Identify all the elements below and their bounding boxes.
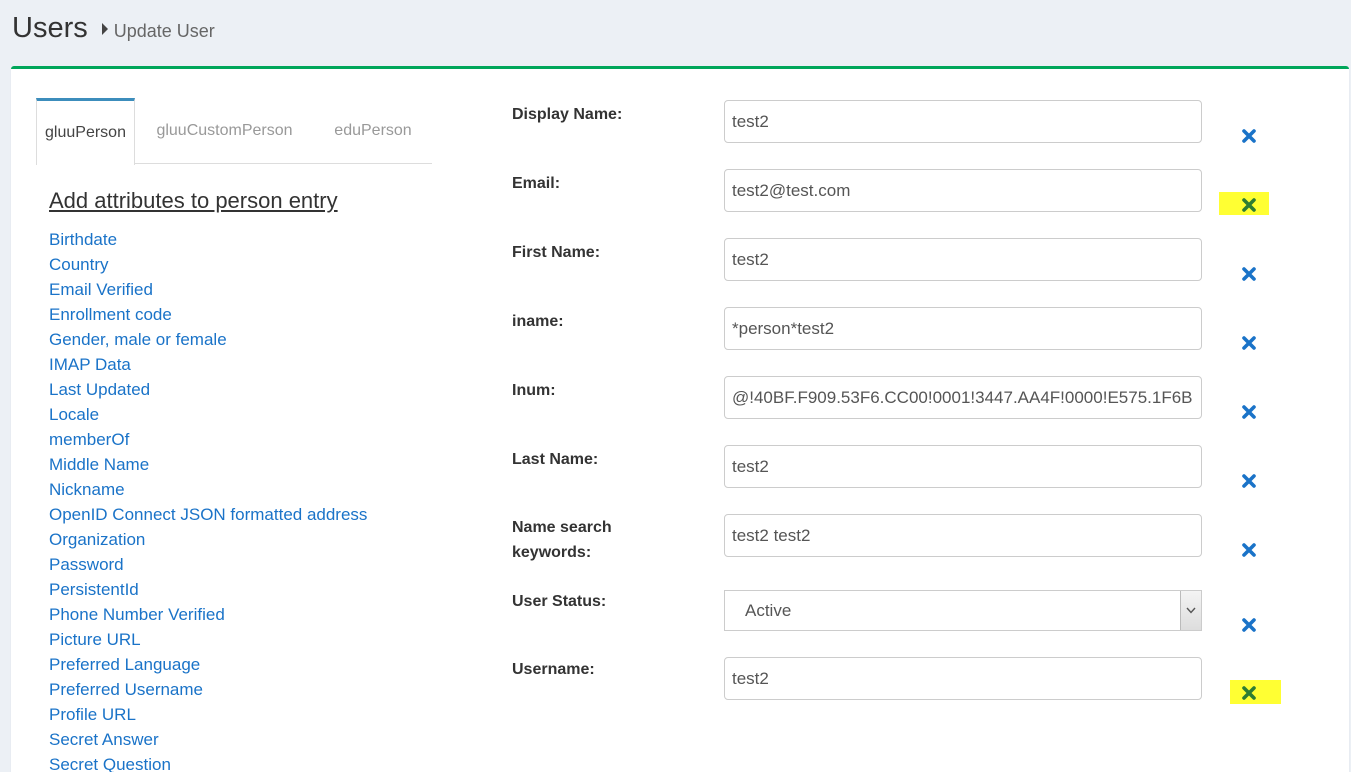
attributes-list: Birthdate Country Email Verified Enrollm… [49,227,367,772]
close-icon[interactable] [1239,683,1259,703]
breadcrumb: Update User [113,21,215,41]
attribute-link[interactable]: Country [49,252,367,277]
last-name-input[interactable] [724,445,1202,488]
attribute-link[interactable]: PersistentId [49,577,367,602]
inum-input[interactable] [724,376,1202,419]
user-status-select[interactable]: Active [724,590,1202,631]
close-icon[interactable] [1239,471,1259,491]
tab-gluucustomperson[interactable]: gluuCustomPerson [146,98,303,164]
username-input[interactable] [724,657,1202,700]
attribute-link[interactable]: Enrollment code [49,302,367,327]
close-icon[interactable] [1239,540,1259,560]
close-icon[interactable] [1239,126,1259,146]
first-name-label: First Name: [512,244,601,261]
user-status-value: Active [745,600,792,620]
attribute-link[interactable]: Email Verified [49,277,367,302]
iname-input[interactable] [724,307,1202,350]
inum-label: Inum: [512,382,556,399]
last-name-label: Last Name: [512,451,599,468]
attribute-link[interactable]: Secret Answer [49,727,367,752]
name-search-label: Name search keywords: [512,519,612,561]
page-header: Users Update User [12,12,215,45]
first-name-input[interactable] [724,238,1202,281]
attribute-link[interactable]: Birthdate [49,227,367,252]
attribute-link[interactable]: IMAP Data [49,352,367,377]
tab-eduperson[interactable]: eduPerson [323,98,423,164]
page-title: Users [12,12,88,44]
email-label: Email: [512,175,561,192]
user-status-label: User Status: [512,593,607,610]
attribute-link[interactable]: Last Updated [49,377,367,402]
iname-label: iname: [512,313,564,330]
attribute-link[interactable]: OpenID Connect JSON formatted address [49,502,367,527]
attribute-link[interactable]: Gender, male or female [49,327,367,352]
caret-right-icon [101,23,108,35]
attribute-link[interactable]: Organization [49,527,367,552]
attribute-link[interactable]: Password [49,552,367,577]
attribute-link[interactable]: Nickname [49,477,367,502]
chevron-down-icon[interactable] [1180,591,1201,630]
close-icon[interactable] [1239,264,1259,284]
attributes-heading: Add attributes to person entry [49,188,338,213]
attribute-link[interactable]: Preferred Username [49,677,367,702]
attribute-link[interactable]: Picture URL [49,627,367,652]
attribute-link[interactable]: Locale [49,402,367,427]
display-name-label: Display Name: [512,106,623,123]
email-input[interactable] [724,169,1202,212]
tab-gluuperson[interactable]: gluuPerson [36,98,135,165]
user-form-panel: gluuPerson gluuCustomPerson eduPerson Ad… [11,66,1349,772]
attribute-link[interactable]: Middle Name [49,452,367,477]
attribute-link[interactable]: Secret Question [49,752,367,772]
name-search-input[interactable] [724,514,1202,557]
close-icon[interactable] [1239,402,1259,422]
close-icon[interactable] [1239,615,1259,635]
display-name-input[interactable] [724,100,1202,143]
close-icon[interactable] [1239,333,1259,353]
attribute-link[interactable]: Profile URL [49,702,367,727]
attribute-link[interactable]: Phone Number Verified [49,602,367,627]
attribute-link[interactable]: memberOf [49,427,367,452]
person-tabs: gluuPerson gluuCustomPerson eduPerson [36,98,432,165]
username-label: Username: [512,661,595,678]
close-icon[interactable] [1239,195,1259,215]
attribute-link[interactable]: Preferred Language [49,652,367,677]
